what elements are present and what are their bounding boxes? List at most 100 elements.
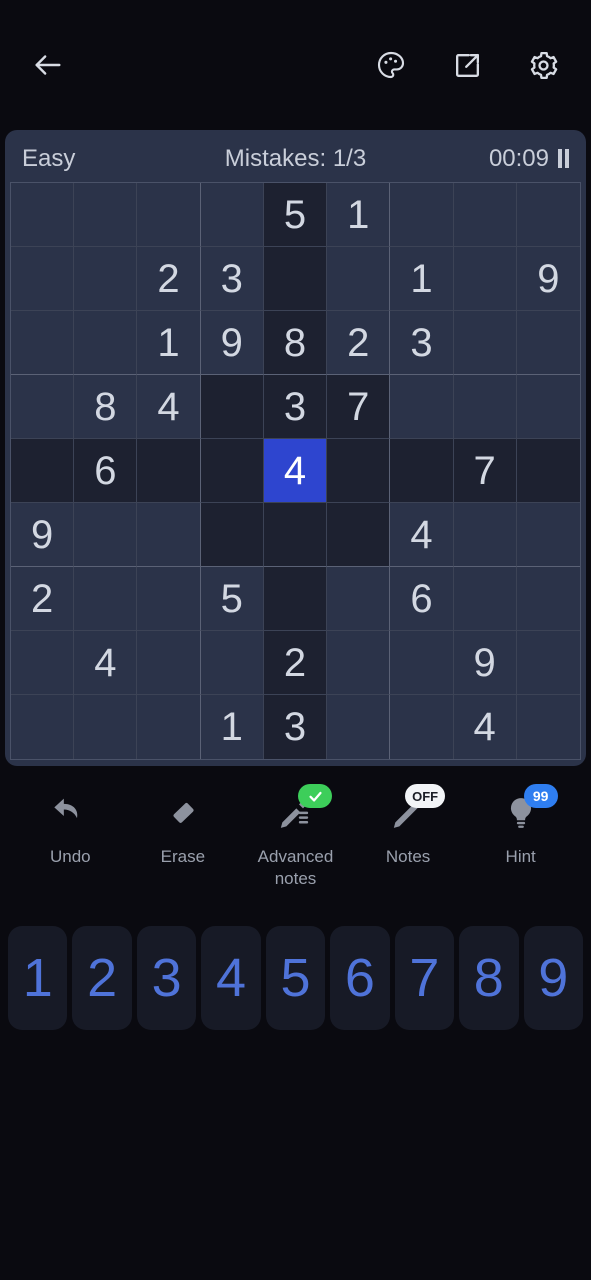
cell-r4-c5[interactable]: 3 — [263, 375, 328, 439]
cell-r5-c4[interactable] — [200, 439, 264, 503]
cell-r2-c7[interactable]: 1 — [390, 247, 454, 311]
cell-r9-c3[interactable] — [137, 695, 201, 759]
cell-r7-c1[interactable]: 2 — [11, 567, 75, 631]
cell-r1-c1[interactable] — [11, 183, 75, 247]
numpad-key-1[interactable]: 1 — [8, 926, 68, 1030]
cell-r1-c3[interactable] — [137, 183, 201, 247]
cell-r8-c6[interactable] — [327, 631, 391, 695]
cell-r1-c4[interactable] — [200, 183, 264, 247]
cell-r4-c7[interactable] — [390, 375, 454, 439]
cell-r7-c8[interactable] — [453, 567, 517, 631]
cell-r8-c4[interactable] — [200, 631, 264, 695]
cell-r3-c2[interactable] — [74, 311, 138, 375]
cell-r4-c9[interactable] — [516, 375, 580, 439]
tool-advanced-notes[interactable]: Advanced notes — [241, 784, 349, 890]
cell-r1-c5[interactable]: 5 — [263, 183, 328, 247]
numpad-key-4[interactable]: 4 — [201, 926, 261, 1030]
cell-r6-c2[interactable] — [74, 503, 138, 567]
cell-r5-c3[interactable] — [137, 439, 201, 503]
cell-r3-c1[interactable] — [11, 311, 75, 375]
cell-r6-c1[interactable]: 9 — [11, 503, 75, 567]
cell-r3-c7[interactable]: 3 — [390, 311, 454, 375]
cell-r6-c9[interactable] — [516, 503, 580, 567]
cell-r3-c4[interactable]: 9 — [200, 311, 264, 375]
cell-r2-c1[interactable] — [11, 247, 75, 311]
cell-r7-c3[interactable] — [137, 567, 201, 631]
cell-r4-c2[interactable]: 8 — [74, 375, 138, 439]
cell-r9-c5[interactable]: 3 — [263, 695, 328, 759]
tool-undo[interactable]: Undo — [16, 788, 124, 868]
numpad-key-2[interactable]: 2 — [72, 926, 132, 1030]
cell-r5-c5[interactable]: 4 — [263, 439, 328, 503]
cell-r4-c6[interactable]: 7 — [327, 375, 391, 439]
cell-r1-c9[interactable] — [516, 183, 580, 247]
numpad-key-7[interactable]: 7 — [394, 926, 455, 1030]
back-button[interactable] — [26, 43, 70, 87]
cell-r9-c7[interactable] — [390, 695, 454, 759]
cell-r6-c7[interactable]: 4 — [390, 503, 454, 567]
cell-r8-c7[interactable] — [390, 631, 454, 695]
cell-r4-c3[interactable]: 4 — [137, 375, 201, 439]
cell-r7-c7[interactable]: 6 — [390, 567, 454, 631]
cell-r2-c4[interactable]: 3 — [200, 247, 264, 311]
cell-r3-c6[interactable]: 2 — [327, 311, 391, 375]
numpad-key-5[interactable]: 5 — [265, 926, 326, 1030]
theme-button[interactable] — [369, 43, 413, 87]
cell-r8-c3[interactable] — [137, 631, 201, 695]
cell-r1-c2[interactable] — [74, 183, 138, 247]
tool-hint[interactable]: 99 Hint — [467, 784, 575, 868]
cell-r2-c2[interactable] — [74, 247, 138, 311]
cell-r8-c5[interactable]: 2 — [263, 631, 328, 695]
cell-r8-c1[interactable] — [11, 631, 75, 695]
cell-r2-c8[interactable] — [453, 247, 517, 311]
numpad-key-6[interactable]: 6 — [330, 926, 390, 1030]
cell-r6-c4[interactable] — [200, 503, 264, 567]
cell-r4-c4[interactable] — [200, 375, 264, 439]
tool-erase[interactable]: Erase — [129, 788, 237, 868]
cell-r9-c8[interactable]: 4 — [453, 695, 517, 759]
cell-r2-c9[interactable]: 9 — [516, 247, 580, 311]
cell-r5-c1[interactable] — [11, 439, 75, 503]
cell-r8-c9[interactable] — [516, 631, 580, 695]
numpad-key-3[interactable]: 3 — [136, 926, 197, 1030]
cell-r4-c1[interactable] — [11, 375, 75, 439]
cell-r9-c6[interactable] — [327, 695, 391, 759]
cell-r2-c3[interactable]: 2 — [137, 247, 201, 311]
cell-r5-c8[interactable]: 7 — [453, 439, 517, 503]
share-button[interactable] — [445, 43, 489, 87]
cell-r2-c6[interactable] — [327, 247, 391, 311]
cell-r4-c8[interactable] — [453, 375, 517, 439]
tool-notes[interactable]: OFF Notes — [354, 784, 462, 868]
cell-r5-c6[interactable] — [327, 439, 391, 503]
cell-r1-c8[interactable] — [453, 183, 517, 247]
cell-r1-c6[interactable]: 1 — [327, 183, 391, 247]
cell-r8-c8[interactable]: 9 — [453, 631, 517, 695]
cell-r6-c8[interactable] — [453, 503, 517, 567]
cell-r9-c4[interactable]: 1 — [200, 695, 264, 759]
cell-r3-c3[interactable]: 1 — [137, 311, 201, 375]
cell-r3-c9[interactable] — [516, 311, 580, 375]
cell-r7-c6[interactable] — [327, 567, 391, 631]
numpad-key-9[interactable]: 9 — [523, 926, 583, 1030]
cell-r5-c7[interactable] — [390, 439, 454, 503]
cell-r6-c6[interactable] — [327, 503, 391, 567]
cell-r9-c1[interactable] — [11, 695, 75, 759]
cell-r9-c9[interactable] — [516, 695, 580, 759]
cell-r6-c5[interactable] — [263, 503, 328, 567]
cell-r7-c9[interactable] — [516, 567, 580, 631]
cell-r8-c2[interactable]: 4 — [74, 631, 138, 695]
sudoku-grid[interactable]: 51231919823843764794256429134 — [10, 182, 581, 760]
cell-r7-c2[interactable] — [74, 567, 138, 631]
cell-r6-c3[interactable] — [137, 503, 201, 567]
cell-r5-c2[interactable]: 6 — [74, 439, 138, 503]
cell-r9-c2[interactable] — [74, 695, 138, 759]
cell-r3-c5[interactable]: 8 — [263, 311, 328, 375]
cell-r7-c4[interactable]: 5 — [200, 567, 264, 631]
cell-r7-c5[interactable] — [263, 567, 328, 631]
numpad-key-8[interactable]: 8 — [459, 926, 519, 1030]
cell-r3-c8[interactable] — [453, 311, 517, 375]
cell-r1-c7[interactable] — [390, 183, 454, 247]
settings-button[interactable] — [521, 43, 565, 87]
pause-icon[interactable] — [558, 149, 569, 168]
cell-r5-c9[interactable] — [516, 439, 580, 503]
